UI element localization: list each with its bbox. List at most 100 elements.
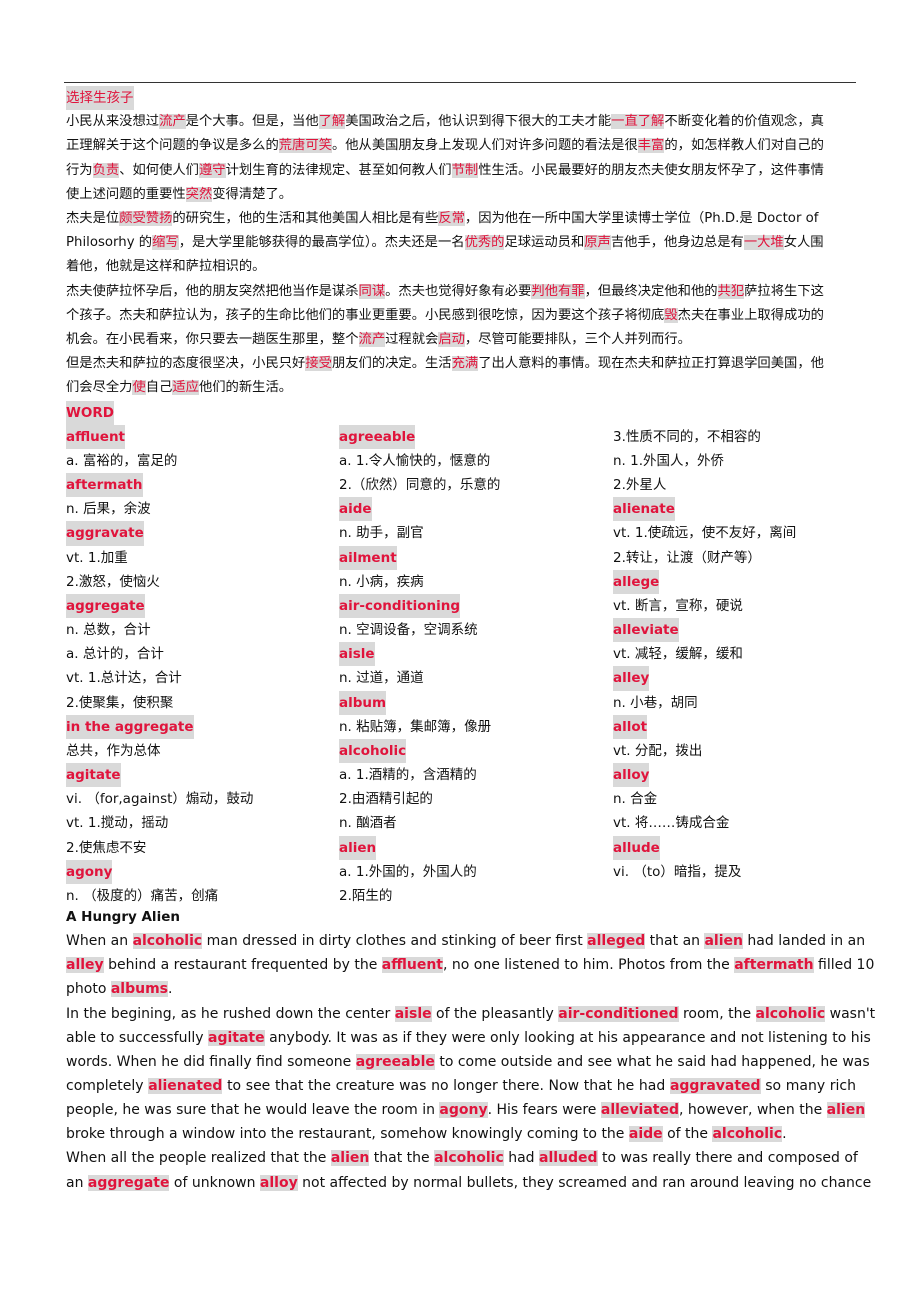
vocabulary-column-1: affluent a. 富裕的，富足的 aftermath n. 后果，余波 aggra… — [66, 424, 336, 908]
vocabulary-word-text: air-conditioning — [339, 593, 461, 619]
vocabulary-word: allege — [613, 569, 883, 594]
text-run: 杰夫是位 — [66, 211, 120, 227]
highlighted-term: air-conditioned — [558, 1005, 679, 1022]
vocabulary-definition: vt. 1.加重 — [66, 549, 128, 566]
text-run: anybody. It was as if they were only loo… — [264, 1029, 871, 1046]
highlighted-term: aftermath — [734, 957, 814, 974]
highlighted-term: aisle — [394, 1005, 432, 1022]
word-heading: WORD — [66, 400, 856, 425]
text-run: filled 10 — [813, 957, 875, 974]
vocabulary-definition: 2.激怒，使恼火 — [66, 573, 160, 590]
highlighted-term: agreeable — [355, 1053, 435, 1070]
text-run: completely — [66, 1077, 149, 1094]
highlighted-term: alley — [66, 957, 104, 974]
vocabulary-word-text: alley — [613, 666, 650, 691]
highlighted-term: 使 — [132, 380, 146, 396]
vocabulary-definition: n. 助手，副官 — [339, 525, 424, 542]
text-line: people, he was sure that he would leave … — [66, 1098, 866, 1122]
highlighted-term: 颇受赞扬 — [119, 211, 173, 227]
vocabulary-word-text: allot — [613, 714, 648, 739]
text-run: had landed in an — [742, 933, 866, 950]
vocabulary-definition: vt. 1.搅动，摇动 — [66, 815, 169, 832]
text-run: 计划生育的法律规定、甚至如何教人们 — [225, 162, 452, 178]
vocabulary-definition: vt. 1.总计达，合计 — [66, 670, 182, 687]
text-line: words. When he did finally find someone … — [66, 1050, 870, 1074]
paragraph: 小民从来没想过流产是个大事。但是，当他了解美国政治之后，他认识到得下很大的工夫才… — [66, 110, 856, 207]
vocabulary-word-text: aide — [339, 497, 372, 522]
vocabulary-definition: a. 1.外国的，外国人的 — [339, 863, 477, 880]
vocabulary-word-text: ailment — [339, 545, 397, 570]
vocabulary-word: alienate — [613, 497, 883, 522]
vocabulary-definition: 2.使焦虑不安 — [66, 839, 147, 856]
vocabulary-word: alleviate — [613, 618, 883, 643]
text-run: 机会。在小民看来，你只要去一趟医生那里，整个 — [66, 332, 359, 348]
vocabulary-word: agreeable — [339, 424, 609, 449]
highlighted-term: 反常 — [438, 211, 465, 227]
highlighted-term: 荒唐可笑 — [278, 138, 332, 154]
highlighted-term: alloy — [259, 1174, 298, 1191]
vocabulary-word-text: aftermath — [66, 473, 143, 498]
highlighted-term: alluded — [539, 1150, 598, 1167]
vocabulary-word-text: agony — [66, 859, 113, 884]
paragraph: 但是杰夫和萨拉的态度很坚决，小民只好接受朋友们的决定。生活充满了出人意料的事情。… — [66, 352, 856, 400]
vocabulary-column-3: 3.性质不同的，不相容的 n. 1.外国人，外侨 2.外星人 alienate vt. … — [613, 425, 883, 884]
highlighted-term: alleged — [587, 933, 646, 950]
highlighted-term: 了解 — [318, 114, 346, 130]
vocabulary-definition: a. 富裕的，富足的 — [66, 453, 178, 469]
highlighted-term: alcoholic — [132, 933, 203, 950]
text-run: an — [66, 1174, 88, 1191]
vocabulary-word-text: alien — [339, 835, 377, 860]
vocabulary-word-text: aggravate — [66, 521, 144, 546]
text-run: 女人围 — [783, 235, 824, 251]
text-run: able to successfully — [66, 1029, 209, 1046]
vocabulary-word: alley — [613, 666, 883, 691]
vocabulary-word: allot — [613, 714, 883, 739]
highlighted-term: affluent — [381, 957, 443, 974]
highlighted-term: 共犯 — [717, 283, 745, 299]
text-line: an aggregate of unknown alloy not affect… — [66, 1171, 871, 1195]
text-line: Philosorhy 的缩写，是大学里能够获得的最高学位）。杰夫还是一名优秀的足… — [66, 231, 856, 255]
highlighted-term: agitate — [208, 1029, 265, 1046]
text-run: 但是杰夫和萨拉的态度很坚决，小民只好 — [66, 356, 306, 372]
chinese-title-text: 选择生孩子 — [66, 86, 134, 111]
highlighted-term: 负责 — [92, 162, 120, 178]
text-run: Philosorhy 的 — [66, 235, 153, 251]
text-run: of unknown — [169, 1174, 260, 1191]
text-line: 小民从来没想过流产是个大事。但是，当他了解美国政治之后，他认识到得下很大的工夫才… — [66, 110, 856, 134]
highlighted-term: 节制 — [451, 162, 479, 178]
vocabulary-definition: n. （极度的）痛苦，创痛 — [66, 887, 219, 904]
text-run: 性生活。小民最要好的朋友杰夫使女朋友怀孕了，这件事情 — [478, 162, 824, 178]
document-page: 选择生孩子 小民从来没想过流产是个大事。但是，当他了解美国政治之后，他认识到得下… — [66, 86, 875, 1195]
highlighted-term: 一大堆 — [743, 235, 784, 251]
header-rule — [64, 82, 856, 83]
text-run: room, the — [678, 1005, 756, 1022]
vocabulary-word: alloy — [613, 763, 883, 788]
vocabulary-word: aggravate — [66, 521, 336, 546]
text-run: 是个大事。但是，当他 — [185, 114, 319, 130]
text-run: 他们的新生活。 — [198, 380, 293, 396]
text-line: In the begining, as he rushed down the c… — [66, 1002, 875, 1026]
highlighted-term: 丰富 — [637, 138, 665, 154]
vocabulary-word-text: aisle — [339, 642, 375, 667]
text-line: photo albums. — [66, 977, 856, 1001]
text-run: 朋友们的决定。生活 — [331, 356, 452, 372]
highlighted-term: aggregate — [87, 1174, 170, 1191]
text-run: ，尽管可能要排队，三个人并列而行。 — [464, 332, 691, 348]
chinese-title: 选择生孩子 — [66, 86, 856, 111]
text-line: 杰夫使萨拉怀孕后，他的朋友突然把他当作是谋杀同谋。杰夫也觉得好象有必要判他有罪，… — [66, 280, 856, 304]
text-run: to see that the creature was no longer t… — [222, 1077, 670, 1094]
text-run: 使上述问题的重要性 — [66, 186, 186, 202]
text-run: ，是大学里能够获得的最高学位）。杰夫还是一名 — [178, 235, 465, 251]
highlighted-term: alien — [704, 933, 743, 950]
text-run: broke through a window into the restaura… — [66, 1126, 629, 1143]
text-run: 变得清楚了。 — [212, 186, 293, 202]
text-run: In the begining, as he rushed down the c… — [66, 1005, 395, 1022]
vocabulary-word-text: agitate — [66, 763, 121, 788]
vocabulary-definition: 3.性质不同的，不相容的 — [613, 428, 761, 445]
vocabulary-word: alcoholic — [339, 738, 609, 764]
vocabulary-word-text: allege — [613, 569, 660, 594]
vocabulary-definition: vt. 将……铸成合金 — [613, 815, 730, 832]
vocabulary-definition: n. 总数，合计 — [66, 622, 151, 639]
text-run: of the pleasantly — [431, 1005, 559, 1022]
text-run: that an — [645, 933, 705, 950]
